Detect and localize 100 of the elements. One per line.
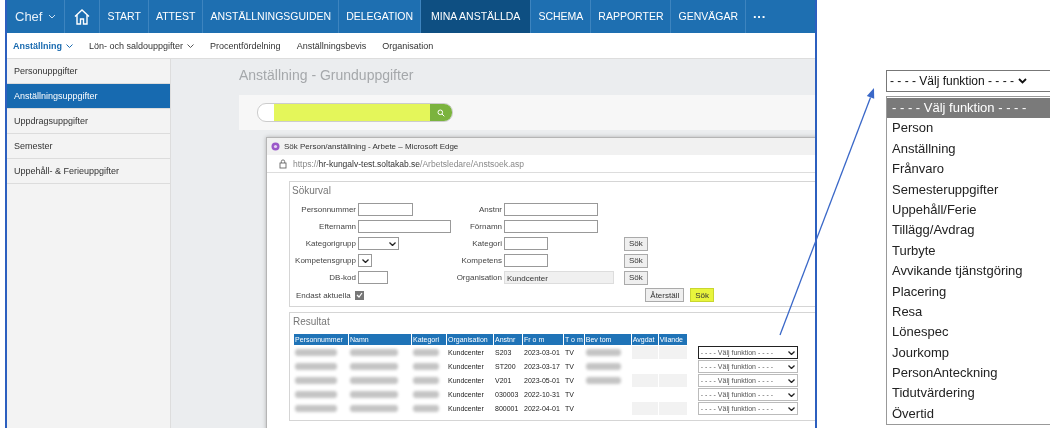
- panel-legend: Resultat: [293, 316, 815, 327]
- field-label: Kategorigrupp: [304, 239, 356, 248]
- nav-tab[interactable]: ANSTÄLLNINGSGUIDEN: [203, 0, 339, 33]
- dropdown-option[interactable]: Jourkomp: [887, 342, 1050, 364]
- sub-nav-tab[interactable]: Organisation: [382, 40, 434, 51]
- dropdown-field[interactable]: [358, 254, 372, 267]
- sidebar-item[interactable]: Uppehåll- & Ferieuppgifter: [7, 159, 170, 184]
- blurred-text: [413, 377, 439, 384]
- chevron-down-icon: [787, 364, 795, 369]
- nav-tab[interactable]: DELEGATION: [339, 0, 421, 33]
- field-label: Anstnr: [477, 205, 502, 214]
- dropdown-option[interactable]: Frånvaro: [887, 159, 1050, 180]
- text-field[interactable]: [504, 203, 598, 216]
- chevron-down-icon: [787, 392, 795, 397]
- dropdown-option[interactable]: PersonAnteckning: [887, 363, 1050, 384]
- blurred-text: [413, 405, 439, 412]
- sub-nav-tab[interactable]: Anställningsbevis: [296, 40, 367, 51]
- blurred-text: [585, 349, 621, 356]
- blurred-text: [413, 363, 439, 370]
- dropdown-option[interactable]: Anställning: [887, 138, 1050, 160]
- field-label: DB-kod: [328, 273, 356, 282]
- field-label: Organisation: [456, 273, 502, 282]
- chevron-down-icon: [787, 378, 795, 383]
- blurred-text: [295, 349, 337, 356]
- sidebar-item[interactable]: Uppdragsuppgifter: [7, 109, 170, 134]
- blurred-text: [350, 363, 398, 370]
- panel-legend: Sökurval: [292, 185, 815, 196]
- dropdown-option[interactable]: Tidutvärdering: [887, 383, 1050, 404]
- text-field[interactable]: [504, 220, 598, 233]
- nav-tab[interactable]: MINA ANSTÄLLDA: [421, 0, 531, 33]
- form-button[interactable]: Sök: [690, 288, 714, 302]
- chevron-down-icon: [1018, 78, 1027, 84]
- field-label: Kompetensgrupp: [294, 256, 356, 265]
- checkbox-label: Endast aktuella: [296, 290, 351, 300]
- nav-tab[interactable]: GENVÄGAR: [671, 0, 745, 33]
- function-dropdown[interactable]: - - - - Välj funktion - - - -: [886, 70, 1050, 92]
- role-menu[interactable]: Chef: [7, 0, 65, 33]
- field-label: Förnamn: [469, 222, 502, 231]
- form-button[interactable]: Återställ: [645, 288, 685, 302]
- text-field[interactable]: [358, 203, 413, 216]
- sidebar-item[interactable]: Anställningsuppgifter: [7, 84, 170, 109]
- url-text: https://hr-kungalv-test.soltakab.se/Arbetsledare/Anstsoek.asp: [293, 158, 525, 169]
- dropdown-field[interactable]: [358, 237, 399, 250]
- sub-nav-tab[interactable]: Lön- och saldouppgifter: [89, 40, 195, 51]
- chevron-down-icon: [48, 14, 57, 19]
- blurred-text: [295, 391, 337, 398]
- dropdown-option[interactable]: Uppehåll/Ferie: [887, 199, 1050, 221]
- search-button[interactable]: Sök: [624, 270, 648, 285]
- chevron-down-icon: [787, 350, 795, 355]
- text-field[interactable]: [358, 271, 388, 284]
- dropdown-option[interactable]: Semesteruppgifter: [887, 179, 1050, 200]
- text-field[interactable]: [504, 237, 548, 250]
- blurred-text: [585, 363, 621, 370]
- nav-tab[interactable]: RAPPORTER: [591, 0, 671, 33]
- more-menu[interactable]: ···: [746, 0, 773, 33]
- chevron-down-icon: [187, 43, 195, 48]
- dropdown-option[interactable]: Resa: [887, 301, 1050, 323]
- dropdown-option[interactable]: Lönespec: [887, 322, 1050, 343]
- blurred-text: [350, 349, 398, 356]
- readonly-field[interactable]: Kundcenter: [504, 271, 614, 284]
- chevron-down-icon: [389, 241, 396, 246]
- blurred-text: [350, 391, 398, 398]
- dropdown-option[interactable]: Turbyte: [887, 240, 1050, 262]
- search-button[interactable]: Sök: [624, 236, 648, 251]
- search-button[interactable]: Sök: [624, 253, 648, 268]
- checkbox[interactable]: [354, 290, 364, 300]
- dropdown-option[interactable]: Avvikande tjänstgöring: [887, 261, 1050, 282]
- browser-icon: [271, 142, 280, 151]
- search-button[interactable]: [430, 104, 452, 121]
- lock-icon: [279, 158, 287, 169]
- chevron-down-icon: [66, 43, 73, 48]
- blurred-text: [295, 363, 337, 370]
- chevron-down-icon: [787, 406, 795, 411]
- dropdown-option[interactable]: Placering: [887, 281, 1050, 302]
- text-field[interactable]: [504, 254, 548, 267]
- dropdown-option[interactable]: Person: [887, 118, 1050, 139]
- field-label: Personnummer: [300, 205, 356, 214]
- nav-tab[interactable]: START: [100, 0, 148, 33]
- nav-tab[interactable]: ATTEST: [148, 0, 203, 33]
- blurred-text: [295, 377, 337, 384]
- blurred-text: [350, 377, 398, 384]
- chevron-down-icon: [362, 258, 369, 263]
- sub-nav-tab[interactable]: Anställning: [13, 40, 73, 51]
- dropdown-option[interactable]: Tillägg/Avdrag: [887, 220, 1050, 241]
- blurred-text: [413, 391, 439, 398]
- search-field[interactable]: [257, 103, 453, 122]
- sidebar-item[interactable]: Semester: [7, 134, 170, 159]
- blurred-text: [413, 349, 439, 356]
- popup-title: Sök Person/anställning - Arbete – Microsoft Edge: [284, 142, 459, 151]
- dropdown-option[interactable]: Övertid: [887, 403, 1050, 425]
- sub-nav-tab[interactable]: Procentfördelning: [210, 40, 281, 51]
- dropdown-option[interactable]: - - - - Välj funktion - - - -: [887, 98, 1050, 119]
- blurred-text: [350, 405, 398, 412]
- nav-tab[interactable]: SCHEMA: [531, 0, 591, 33]
- text-field[interactable]: [358, 220, 451, 233]
- home-icon[interactable]: [73, 8, 92, 25]
- blurred-text: [585, 377, 621, 384]
- search-icon: [437, 108, 445, 117]
- page-title: Anställning - Grunduppgifter: [239, 67, 415, 83]
- field-label: Efternamn: [318, 222, 356, 231]
